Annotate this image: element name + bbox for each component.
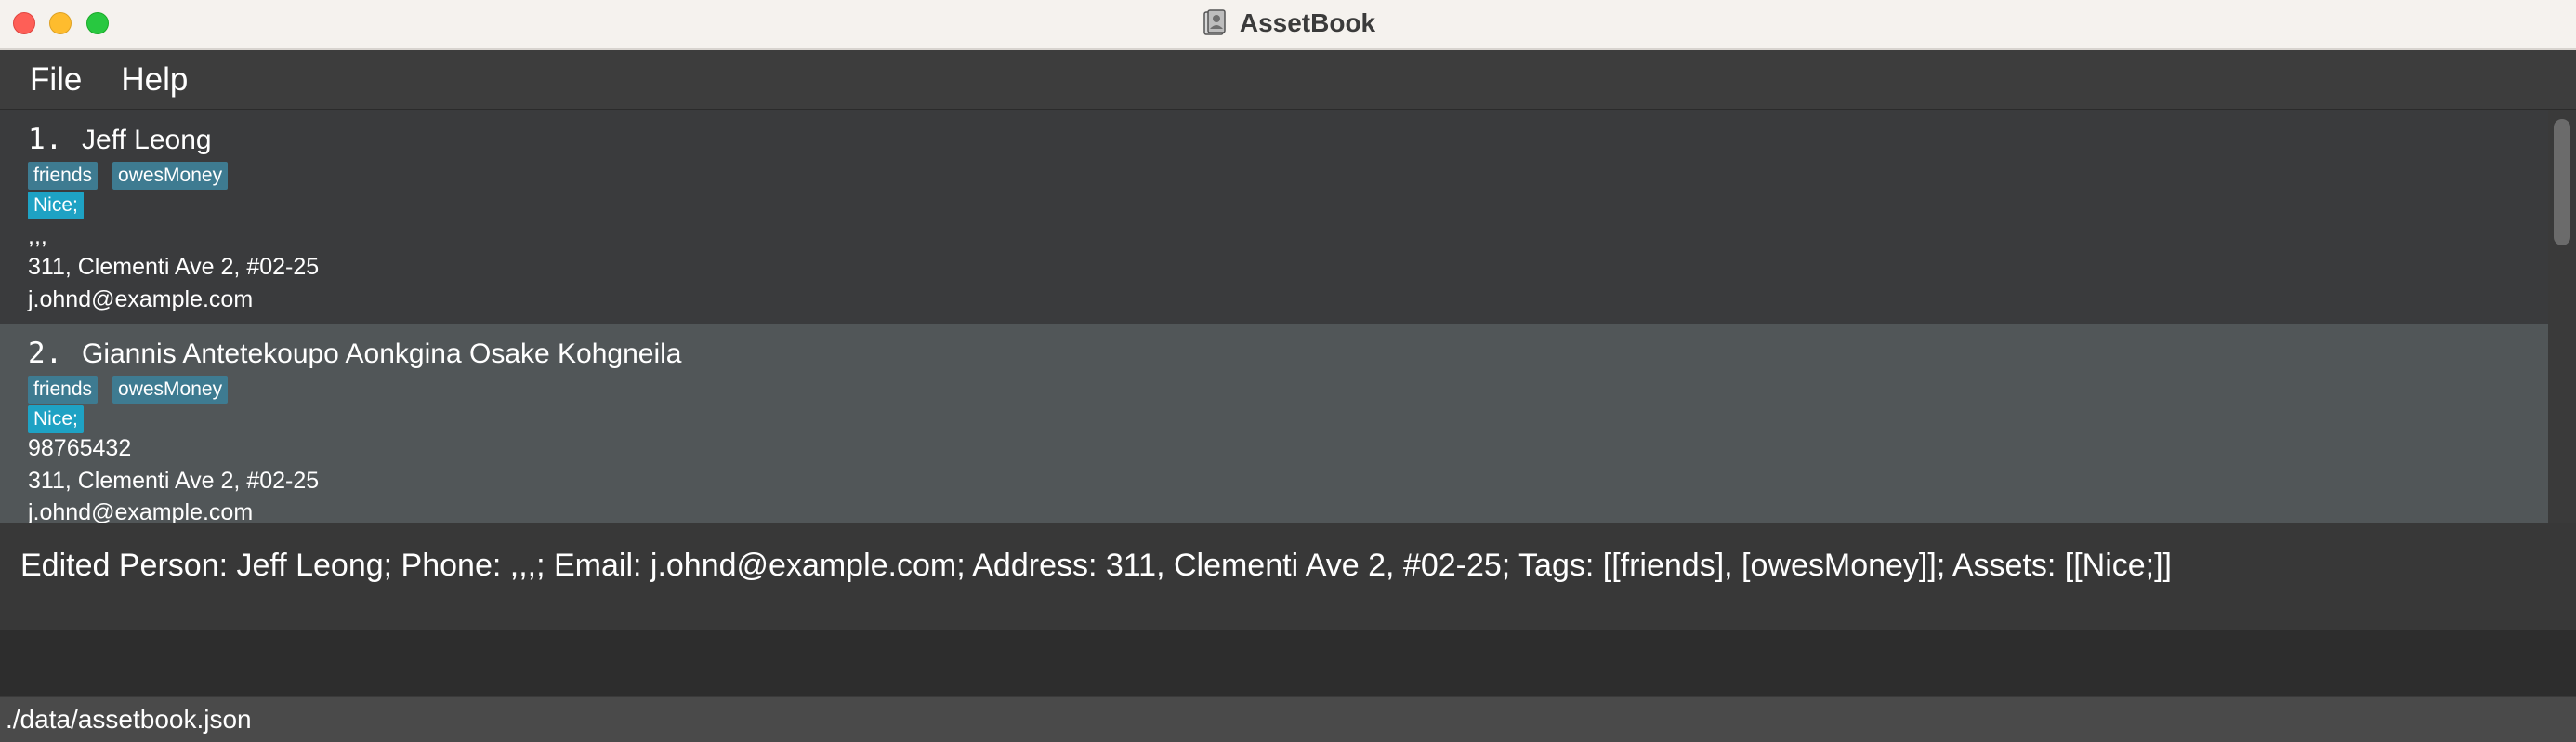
tag-badge: owesMoney	[112, 162, 229, 190]
result-message: Edited Person: Jeff Leong; Phone: ,,,; E…	[20, 548, 2173, 583]
scrollbar-thumb[interactable]	[2554, 119, 2570, 245]
person-index: 1.	[28, 123, 63, 156]
asset-badge: Nice;	[28, 192, 84, 219]
asset-list: Nice;	[28, 192, 84, 219]
menu-help[interactable]: Help	[121, 61, 188, 99]
person-list[interactable]: 1. Jeff Leong friends owesMoney Nice; ,,…	[0, 110, 2576, 523]
list-scrollbar[interactable]	[2548, 110, 2576, 523]
person-card-selected[interactable]: 2. Giannis Antetekoupo Aonkgina Osake Ko…	[0, 324, 2548, 523]
person-address: 311, Clementi Ave 2, #02-25	[28, 254, 320, 280]
person-phone: 98765432	[28, 435, 132, 461]
person-index: 2.	[28, 337, 63, 370]
address-book-icon	[1203, 9, 1226, 35]
window-title-group: AssetBook	[0, 0, 2576, 46]
save-file-path: ./data/assetbook.json	[6, 705, 252, 734]
command-input[interactable]	[0, 630, 2576, 696]
tag-badge: friends	[28, 376, 99, 404]
window-title: AssetBook	[1239, 8, 1376, 37]
asset-badge: Nice;	[28, 405, 84, 433]
asset-list: Nice;	[28, 405, 84, 433]
tag-badge: owesMoney	[112, 376, 229, 404]
person-name: Jeff Leong	[82, 125, 212, 155]
result-display: Edited Person: Jeff Leong; Phone: ,,,; E…	[0, 523, 2576, 630]
person-email: j.ohnd@example.com	[28, 286, 254, 312]
person-phone: ,,,	[28, 223, 47, 249]
person-email: j.ohnd@example.com	[28, 499, 254, 523]
person-card-header: 1. Jeff Leong	[28, 123, 212, 156]
tag-badge: friends	[28, 162, 99, 190]
menu-bar: File Help	[0, 50, 2576, 109]
person-card[interactable]: 1. Jeff Leong friends owesMoney Nice; ,,…	[0, 110, 2548, 324]
title-bar: AssetBook	[0, 0, 2576, 50]
person-card-header: 2. Giannis Antetekoupo Aonkgina Osake Ko…	[28, 337, 681, 370]
person-name: Giannis Antetekoupo Aonkgina Osake Kohgn…	[82, 338, 682, 369]
status-bar: ./data/assetbook.json	[0, 696, 2576, 742]
tag-list: friends owesMoney	[28, 376, 229, 404]
person-address: 311, Clementi Ave 2, #02-25	[28, 468, 320, 494]
menu-file[interactable]: File	[30, 61, 82, 99]
tag-list: friends owesMoney	[28, 162, 229, 190]
